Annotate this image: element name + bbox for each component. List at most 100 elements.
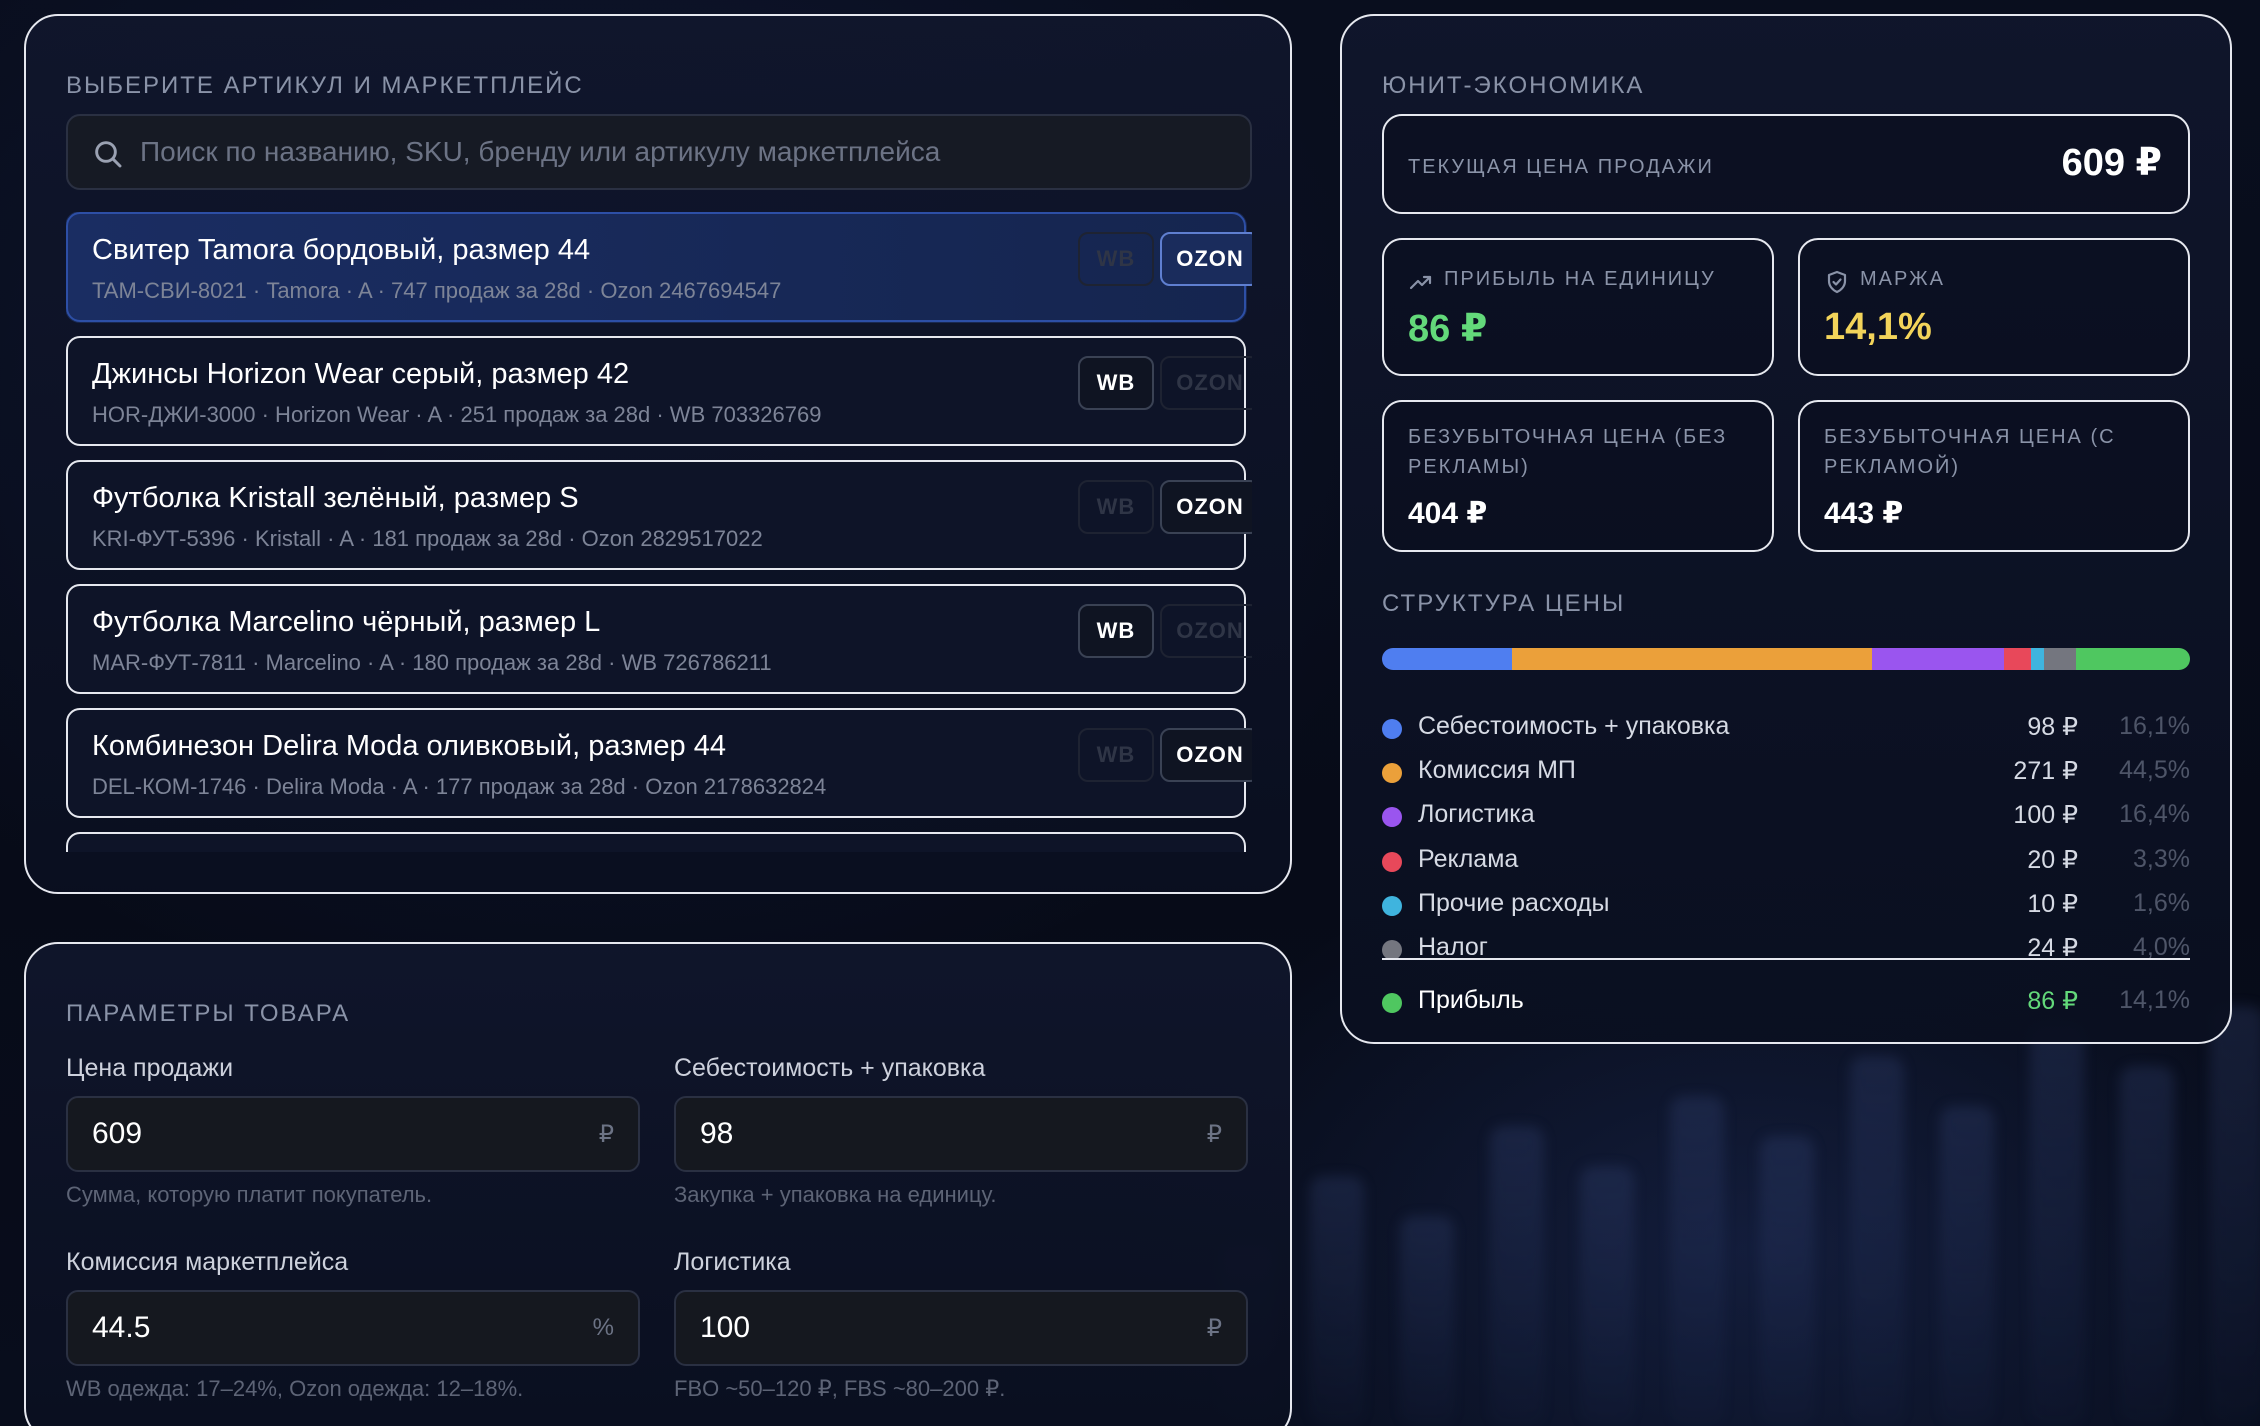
- price-structure-title: Структура цены: [1382, 590, 1626, 617]
- breakeven-ads-value: 443 ₽: [1824, 497, 1904, 530]
- bar-segment: [1512, 648, 1872, 670]
- legend-percent: 16,4%: [2119, 800, 2190, 829]
- current-price-label: Текущая цена продажи: [1408, 156, 1714, 178]
- trending-up-icon: [1409, 275, 1432, 290]
- legend-dot: [1382, 851, 1402, 872]
- ozon-button[interactable]: OZON: [1160, 232, 1252, 286]
- wb-button[interactable]: WB: [1078, 232, 1154, 286]
- logistics-label: Логистика: [674, 1248, 791, 1276]
- bar-segment: [2030, 648, 2044, 670]
- profit-card: Прибыль на единицу 86 ₽: [1382, 238, 1774, 376]
- shield-icon: [1827, 270, 1847, 294]
- legend-percent: 3,3%: [2133, 844, 2190, 873]
- legend-percent: 14,1%: [2119, 986, 2190, 1014]
- breakeven-ads-card: Безубыточная цена (с рекламой) 443 ₽: [1798, 400, 2190, 552]
- legend-divider: [1382, 958, 2190, 960]
- product-row[interactable]: Футболка Marcelino чёрный, размер L MAR-Ф…: [66, 584, 1252, 694]
- panel-title: Юнит-экономика: [1382, 72, 1645, 99]
- legend-row: Реклама 20 ₽ 3,3%: [1382, 841, 2190, 881]
- wb-button[interactable]: WB: [1078, 480, 1154, 534]
- legend-dot: [1382, 719, 1402, 739]
- legend-row-profit: Прибыль 86 ₽ 14,1%: [1382, 982, 2190, 1022]
- legend-row: Логистика 100 ₽ 16,4%: [1382, 796, 2190, 836]
- breakeven-no-ads-card: Безубыточная цена (без рекламы) 404 ₽: [1382, 400, 1774, 552]
- sale-price-field[interactable]: ₽: [66, 1096, 640, 1172]
- cost-input[interactable]: [700, 1098, 1180, 1170]
- margin-value: 14,1%: [1824, 306, 1932, 348]
- legend-value: 86 ₽: [2027, 987, 2078, 1015]
- bar-segment: [2076, 648, 2190, 670]
- profit-value: 86 ₽: [1408, 308, 1488, 350]
- product-name: Свитер Tamora бордовый, размер 44: [92, 234, 591, 266]
- wb-button[interactable]: WB: [1078, 356, 1154, 410]
- current-price-card: Текущая цена продажи 609 ₽: [1382, 114, 2190, 214]
- ozon-button[interactable]: OZON: [1160, 480, 1252, 534]
- ozon-button[interactable]: OZON: [1160, 356, 1252, 410]
- legend-dot: [1382, 763, 1402, 784]
- search-icon: [95, 141, 122, 168]
- cost-field[interactable]: ₽: [674, 1096, 1248, 1172]
- legend-row: Себестоимость + упаковка 98 ₽ 16,1%: [1382, 708, 2190, 748]
- legend-percent: 1,6%: [2133, 888, 2190, 917]
- legend-percent: 16,1%: [2119, 712, 2190, 740]
- product-row[interactable]: Джинсы Horizon Wear серый, размер 42 HOR-…: [66, 336, 1252, 446]
- legend-dot: [1382, 940, 1402, 960]
- commission-field[interactable]: %: [66, 1290, 640, 1366]
- legend-value: 20 ₽: [2027, 845, 2078, 874]
- panel-title: Параметры товара: [66, 1000, 351, 1027]
- search-box[interactable]: [66, 114, 1252, 190]
- legend-percent: 44,5%: [2119, 756, 2190, 785]
- legend-name: Прибыль: [1418, 986, 1524, 1014]
- logistics-input[interactable]: [700, 1292, 1180, 1364]
- bar-segment: [1871, 648, 2005, 670]
- product-meta: KRI-ФУТ-5396 · Kristall · A · 181 продаж…: [92, 526, 763, 551]
- product-list[interactable]: Свитер Tamora бордовый, размер 44 TAM-СВИ…: [66, 212, 1252, 852]
- legend-name: Комиссия МП: [1418, 756, 1576, 785]
- product-meta: TAM-СВИ-8021 · Tamora · A · 747 продаж з…: [92, 278, 782, 303]
- background-decoration: [1180, 986, 2260, 1426]
- logistics-field[interactable]: ₽: [674, 1290, 1248, 1366]
- legend-value: 98 ₽: [2027, 713, 2078, 741]
- wb-button[interactable]: WB: [1078, 604, 1154, 658]
- product-params-panel: Параметры товара Цена продажи ₽ Сумма, к…: [24, 942, 1292, 1426]
- legend-name: Прочие расходы: [1418, 888, 1610, 917]
- commission-input[interactable]: [92, 1292, 572, 1364]
- unit-economics-panel: Юнит-экономика Текущая цена продажи 609 …: [1340, 14, 2232, 1044]
- product-row[interactable]: Свитер Tamora бордовый, размер 44 TAM-СВИ…: [66, 212, 1252, 322]
- panel-title: Выберите артикул и маркетплейс: [66, 72, 584, 99]
- legend-value: 271 ₽: [2013, 757, 2078, 786]
- profit-label: Прибыль на единицу: [1444, 268, 1716, 290]
- legend-row: Налог 24 ₽4,0%: [1382, 929, 2190, 969]
- sale-price-input[interactable]: [92, 1098, 572, 1170]
- legend-value: 10 ₽: [2027, 889, 2078, 918]
- price-structure-bar: [1382, 648, 2190, 670]
- breakeven-ads-label: Безубыточная цена (с рекламой): [1824, 426, 2116, 478]
- sale-price-label: Цена продажи: [66, 1054, 234, 1082]
- current-price-value: 609 ₽: [2061, 142, 2162, 184]
- product-row[interactable]: Футболка Kristall зелёный, размер S KRI-Ф…: [66, 460, 1252, 570]
- product-row[interactable]: Комбинезон Delira Moda оливковый, размер…: [66, 708, 1252, 818]
- ozon-button[interactable]: OZON: [1160, 604, 1252, 658]
- commission-label: Комиссия маркетплейса: [66, 1248, 349, 1276]
- breakeven-no-ads-label: Безубыточная цена (без рекламы): [1408, 426, 1728, 478]
- product-name: Футболка Kristall зелёный, размер S: [92, 482, 579, 514]
- legend-value: 100 ₽: [2013, 801, 2078, 830]
- legend-dot: [1382, 993, 1402, 1013]
- legend-name: Реклама: [1418, 844, 1519, 873]
- search-input[interactable]: [140, 116, 1230, 188]
- legend-row: Прочие расходы 10 ₽ 1,6%: [1382, 885, 2190, 925]
- bar-segment: [2004, 648, 2031, 670]
- product-row-partial[interactable]: [66, 832, 1246, 852]
- ruble-unit: ₽: [1206, 1121, 1222, 1148]
- legend-dot: [1382, 807, 1402, 828]
- legend-name: Себестоимость + упаковка: [1418, 712, 1730, 740]
- ozon-button[interactable]: OZON: [1160, 728, 1252, 782]
- legend-row: Комиссия МП 271 ₽ 44,5%: [1382, 752, 2190, 792]
- percent-unit: %: [592, 1314, 614, 1341]
- wb-button[interactable]: WB: [1078, 728, 1154, 782]
- legend-name: Логистика: [1418, 800, 1535, 829]
- product-name: Джинсы Horizon Wear серый, размер 42: [92, 358, 630, 390]
- margin-card: Маржа 14,1%: [1798, 238, 2190, 376]
- product-select-panel: Выберите артикул и маркетплейс Свитер Ta…: [24, 14, 1292, 894]
- product-meta: HOR-ДЖИ-3000 · Horizon Wear · A · 251 пр…: [92, 402, 822, 427]
